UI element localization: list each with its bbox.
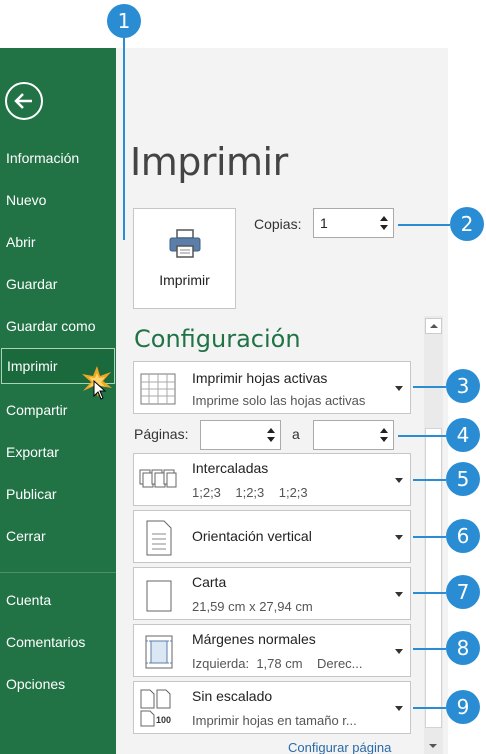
collate-dropdown[interactable]: Intercaladas 1;2;3 1;2;3 1;2;3 bbox=[133, 453, 411, 506]
collated-pages-icon bbox=[139, 469, 177, 488]
pages-from-increment-icon[interactable] bbox=[267, 428, 275, 433]
pages-label: Páginas: bbox=[134, 426, 189, 442]
callout-badge-2: 2 bbox=[450, 207, 484, 241]
chevron-down-icon bbox=[395, 478, 403, 483]
nav-item-abrir[interactable]: Abrir bbox=[0, 224, 116, 260]
scroll-thumb[interactable] bbox=[425, 428, 442, 728]
collate-subtitle: 1;2;3 1;2;3 1;2;3 bbox=[192, 485, 308, 500]
printer-icon bbox=[169, 229, 201, 258]
callout-badge-4: 4 bbox=[446, 418, 480, 452]
nav-item-comentarios[interactable]: Comentarios bbox=[0, 624, 116, 660]
nav-item-cerrar[interactable]: Cerrar bbox=[0, 518, 116, 554]
chevron-down-icon bbox=[395, 535, 403, 540]
paper-size-dropdown[interactable]: Carta 21,59 cm x 27,94 cm bbox=[133, 567, 411, 620]
copies-value: 1 bbox=[320, 215, 328, 231]
nav-item-imprimir-label: Imprimir bbox=[7, 358, 58, 374]
chevron-down-icon bbox=[395, 649, 403, 654]
nav-item-nuevo[interactable]: Nuevo bbox=[0, 182, 116, 218]
print-scope-subtitle: Imprime solo las hojas activas bbox=[192, 393, 366, 408]
callout-badge-9: 9 bbox=[446, 690, 480, 724]
page-title: Imprimir bbox=[130, 140, 288, 184]
scaling-100-icon: 100 bbox=[156, 715, 172, 725]
pages-to-decrement-icon[interactable] bbox=[380, 437, 388, 442]
paper-page-icon bbox=[146, 580, 172, 612]
print-button[interactable]: Imprimir bbox=[133, 208, 236, 309]
backstage-nav: Información Nuevo Abrir Guardar Guardar … bbox=[0, 48, 116, 754]
nav-item-guardar[interactable]: Guardar bbox=[0, 266, 116, 302]
print-button-label: Imprimir bbox=[159, 272, 210, 288]
callout-leader-3 bbox=[413, 386, 446, 388]
nav-item-informacion[interactable]: Información bbox=[0, 140, 116, 176]
callout-badge-1: 1 bbox=[107, 4, 141, 38]
paper-size-subtitle: 21,59 cm x 27,94 cm bbox=[192, 599, 313, 614]
callout-leader-2 bbox=[398, 224, 450, 226]
scroll-up-icon[interactable] bbox=[425, 318, 442, 334]
callout-leader-1 bbox=[123, 38, 125, 240]
callout-leader-8 bbox=[413, 648, 446, 650]
callout-leader-9 bbox=[413, 707, 446, 709]
callout-leader-5 bbox=[413, 479, 446, 481]
copies-stepper[interactable]: 1 bbox=[313, 208, 394, 238]
configure-page-link[interactable]: Configurar página bbox=[288, 740, 391, 754]
callout-leader-6 bbox=[413, 536, 446, 538]
section-title: Configuración bbox=[134, 325, 301, 353]
portrait-page-icon bbox=[146, 520, 172, 556]
sheet-grid-icon bbox=[140, 373, 176, 405]
paper-size-title: Carta bbox=[192, 574, 227, 590]
scaling-subtitle: Imprimir hojas en tamaño r... bbox=[192, 713, 357, 728]
nav-item-guardar-como[interactable]: Guardar como bbox=[0, 308, 116, 344]
orientation-title: Orientación vertical bbox=[192, 528, 312, 544]
pages-to-increment-icon[interactable] bbox=[380, 428, 388, 433]
chevron-down-icon bbox=[395, 706, 403, 711]
print-scope-dropdown[interactable]: Imprimir hojas activas Imprime solo las … bbox=[133, 361, 411, 414]
copies-increment-icon[interactable] bbox=[380, 216, 388, 221]
orientation-dropdown[interactable]: Orientación vertical bbox=[133, 510, 411, 563]
nav-divider bbox=[0, 572, 116, 573]
pages-to-label: a bbox=[292, 426, 300, 442]
callout-badge-8: 8 bbox=[446, 631, 480, 665]
chevron-down-icon bbox=[395, 592, 403, 597]
callout-leader-4 bbox=[398, 435, 446, 437]
pages-from-decrement-icon[interactable] bbox=[267, 437, 275, 442]
settings-scrollbar[interactable] bbox=[424, 316, 443, 754]
callout-badge-5: 5 bbox=[446, 462, 480, 496]
margins-icon bbox=[145, 635, 173, 669]
collate-title: Intercaladas bbox=[192, 460, 269, 476]
nav-item-opciones[interactable]: Opciones bbox=[0, 666, 116, 702]
scroll-down-icon[interactable] bbox=[425, 740, 442, 754]
nav-item-publicar[interactable]: Publicar bbox=[0, 476, 116, 512]
print-scope-title: Imprimir hojas activas bbox=[192, 370, 328, 386]
margins-subtitle: Izquierda: 1,78 cm Derec... bbox=[192, 656, 363, 671]
copies-label: Copias: bbox=[254, 216, 302, 232]
callout-leader-7 bbox=[413, 592, 446, 594]
margins-dropdown[interactable]: Márgenes normales Izquierda: 1,78 cm Der… bbox=[133, 624, 411, 677]
pages-from-stepper[interactable] bbox=[200, 420, 281, 450]
scaling-dropdown[interactable]: 100 Sin escalado Imprimir hojas en tamañ… bbox=[133, 681, 411, 734]
pages-to-stepper[interactable] bbox=[313, 420, 394, 450]
back-button[interactable] bbox=[5, 82, 43, 120]
back-arrow-icon bbox=[14, 93, 32, 109]
copies-decrement-icon[interactable] bbox=[380, 225, 388, 230]
scaling-title: Sin escalado bbox=[192, 688, 273, 704]
chevron-down-icon bbox=[395, 386, 403, 391]
callout-badge-3: 3 bbox=[446, 369, 480, 403]
callout-badge-6: 6 bbox=[446, 519, 480, 553]
callout-badge-7: 7 bbox=[446, 575, 480, 609]
margins-title: Márgenes normales bbox=[192, 631, 316, 647]
nav-item-exportar[interactable]: Exportar bbox=[0, 434, 116, 470]
mouse-cursor-icon bbox=[93, 380, 107, 400]
nav-item-cuenta[interactable]: Cuenta bbox=[0, 582, 116, 618]
